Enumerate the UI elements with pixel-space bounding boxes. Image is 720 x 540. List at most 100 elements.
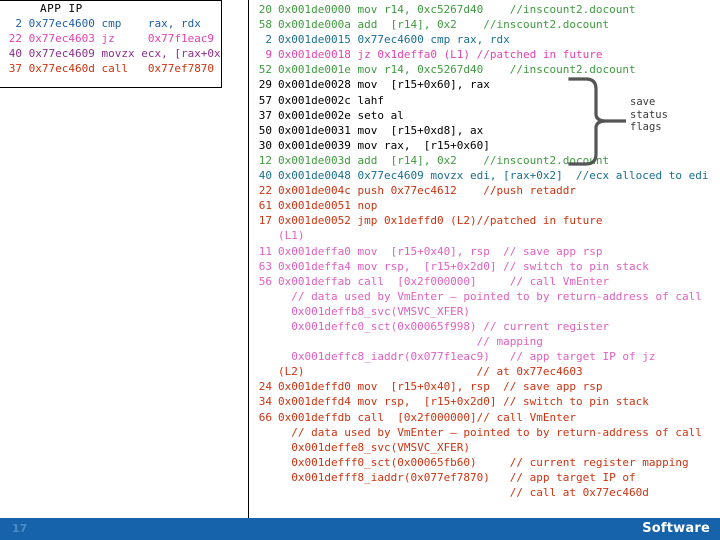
disasm-row: 22 0x77ec4603 jz 0x77f1eac9 <box>0 31 221 46</box>
footer-page-number: 17 <box>12 522 28 535</box>
app-ip-row-list: 2 0x77ec4600 cmp rax, rdx 22 0x77ec4603 j… <box>0 16 221 76</box>
instruction-text: 0x001de003d add [r14], 0x2 //inscount2.d… <box>278 153 610 167</box>
instruction-text: // mapping <box>278 335 543 349</box>
disasm-row: // call at 0x77ec460d <box>249 485 720 500</box>
instruction-text: 0x001deffc0_sct(0x00065f998) // current … <box>278 319 610 333</box>
disasm-row: 0x001deffc8_iaddr(0x077f1eac9) // app ta… <box>249 349 720 364</box>
row-gap <box>22 47 29 60</box>
disasm-row: 22 0x001de004c push 0x77ec4612 //push re… <box>249 183 720 198</box>
instruction-text: 0x001de0028 mov [r15+0x60], rax <box>278 78 490 92</box>
execution-count: 56 <box>258 274 272 288</box>
disasm-row: 56 0x001deffab call [0x2f000000] // call… <box>249 274 720 289</box>
disasm-row: 61 0x001de0051 nop <box>249 198 720 213</box>
execution-count: 17 <box>258 214 272 228</box>
curly-brace-icon <box>568 77 626 166</box>
instruction-text: 0x001deffa4 mov rsp, [r15+0x2d0] // swit… <box>278 259 649 273</box>
disasm-row: 17 0x001de0052 jmp 0x1deffd0 (L2)//patch… <box>249 213 720 228</box>
disasm-row: 63 0x001deffa4 mov rsp, [r15+0x2d0] // s… <box>249 259 720 274</box>
footer-brand-label: Software <box>642 521 710 536</box>
row-gap <box>22 62 29 75</box>
instruction-text: 0x001deffe8_svc(VMSVC_XFER) <box>278 440 471 454</box>
disasm-row: // mapping <box>249 334 720 349</box>
instruction-text: 0x001de002c lahf <box>278 93 384 107</box>
app-ip-title: APP IP <box>40 2 83 15</box>
instruction-text: 0x001deffdb call [0x2f000000]// call VmE… <box>278 410 577 424</box>
instruction-text: 0x001deffa0 mov [r15+0x40], rsp // save … <box>278 244 603 258</box>
disasm-row: 0x001deffe8_svc(VMSVC_XFER) <box>249 440 720 455</box>
instruction-text: 0x001de0051 nop <box>278 199 378 213</box>
app-ip-panel: APP IP 2 0x77ec4600 cmp rax, rdx 22 0x77e… <box>0 0 222 88</box>
instruction-text: 0x001de0018 jz 0x1deffa0 (L1) //patched … <box>278 48 603 62</box>
instruction-text: 0x001de004c push 0x77ec4612 //push retad… <box>278 184 577 198</box>
execution-count: 58 <box>258 18 272 32</box>
instruction-text: 0x001de002e seto al <box>278 108 404 122</box>
disasm-row: 24 0x001deffd0 mov [r15+0x40], rsp // sa… <box>249 379 720 394</box>
instruction-text: 0x001defff8_iaddr(0x077ef7870) // app ta… <box>278 470 636 484</box>
disasm-row: (L2) // at 0x77ec4603 <box>249 364 720 379</box>
instruction-text: 0x001de000a add [r14], 0x2 //inscount2.d… <box>278 18 610 32</box>
execution-count: 30 <box>258 138 272 152</box>
instruction-text: 0x001defff0_sct(0x00065fb60) // current … <box>278 455 689 469</box>
disasm-row: 34 0x001deffd4 mov rsp, [r15+0x2d0] // s… <box>249 394 720 409</box>
footer-bar: 17 Software <box>0 518 720 540</box>
instruction-text: 0x001deffc8_iaddr(0x077f1eac9) // app ta… <box>278 350 656 364</box>
instruction-text: 0x001de0052 jmp 0x1deffd0 (L2)//patched … <box>278 214 603 228</box>
disasm-row: 40 0x001de0048 0x77ec4609 movzx edi, [ra… <box>249 168 720 183</box>
execution-count: 2 <box>15 17 22 30</box>
instruction-text: 0x77ec4609 movzx ecx, [rax+0x2] <box>28 47 222 60</box>
execution-count: 20 <box>258 3 272 16</box>
execution-count: 40 <box>258 169 272 183</box>
execution-count: 66 <box>258 410 272 424</box>
disasm-row: 40 0x77ec4609 movzx ecx, [rax+0x2] <box>0 46 221 61</box>
execution-count: 37 <box>258 108 272 122</box>
disasm-row: 58 0x001de000a add [r14], 0x2 //inscount… <box>249 17 720 32</box>
disasm-row: // data used by VmEnter — pointed to by … <box>249 425 720 440</box>
execution-count: 52 <box>258 63 272 77</box>
disasm-row: 66 0x001deffdb call [0x2f000000]// call … <box>249 410 720 425</box>
execution-count: 63 <box>258 259 272 273</box>
execution-count: 24 <box>258 380 272 394</box>
disasm-row: 0x001deffb8_svc(VMSVC_XFER) <box>249 304 720 319</box>
instruction-text: (L2) // at 0x77ec4603 <box>278 365 583 379</box>
instruction-text: 0x001de0048 0x77ec4609 movzx edi, [rax+0… <box>278 169 709 183</box>
instruction-text: 0x001de001e mov r14, 0xc5267d40 //inscou… <box>278 63 636 77</box>
instruction-text: 0x77ec4600 cmp rax, rdx <box>28 17 201 30</box>
execution-count: 50 <box>258 123 272 137</box>
execution-count: 11 <box>258 244 272 258</box>
instruction-text: 0x77ec460d call 0x77ef7870 <box>28 62 215 75</box>
execution-count: 12 <box>258 153 272 167</box>
disasm-row: 37 0x77ec460d call 0x77ef7870 <box>0 61 221 76</box>
execution-count: 57 <box>258 93 272 107</box>
execution-count: 29 <box>258 78 272 92</box>
instruction-text: // call at 0x77ec460d <box>278 486 649 499</box>
disasm-row: 9 0x001de0018 jz 0x1deffa0 (L1) //patche… <box>249 47 720 62</box>
execution-count: 34 <box>258 395 272 409</box>
disasm-row: 11 0x001deffa0 mov [r15+0x40], rsp // sa… <box>249 244 720 259</box>
instruction-text: // data used by VmEnter — pointed to by … <box>278 425 702 439</box>
execution-count: 61 <box>258 199 272 213</box>
execution-count: 22 <box>8 32 22 45</box>
row-gap <box>22 17 29 30</box>
disasm-row: // data used by VmEnter — pointed to by … <box>249 289 720 304</box>
execution-count: 37 <box>8 62 22 75</box>
disasm-row: 2 0x77ec4600 cmp rax, rdx <box>0 16 221 31</box>
disasm-row: 0x001defff0_sct(0x00065fb60) // current … <box>249 455 720 470</box>
instruction-text: 0x001de0039 mov rax, [r15+0x60] <box>278 138 490 152</box>
execution-count: 9 <box>265 48 272 62</box>
execution-count: 22 <box>258 184 272 198</box>
save-status-flags-annotation: save status flags <box>568 76 720 168</box>
disasm-row: 0x001defff8_iaddr(0x077ef7870) // app ta… <box>249 470 720 485</box>
instruction-text: // data used by VmEnter — pointed to by … <box>278 289 702 303</box>
disasm-row: 20 0x001de0000 mov r14, 0xc5267d40 //ins… <box>249 2 720 17</box>
instruction-text: 0x001deffd4 mov rsp, [r15+0x2d0] // swit… <box>278 395 649 409</box>
disasm-row: (L1) <box>249 228 720 243</box>
execution-count: 40 <box>8 47 22 60</box>
instruction-text: 0x001deffd0 mov [r15+0x40], rsp // save … <box>278 380 603 394</box>
disasm-row: 2 0x001de0015 0x77ec4600 cmp rax, rdx <box>249 32 720 47</box>
instruction-text: 0x001de0015 0x77ec4600 cmp rax, rdx <box>278 33 510 47</box>
save-status-flags-label: save status flags <box>630 96 668 133</box>
instruction-text: 0x001deffab call [0x2f000000] // call Vm… <box>278 274 610 288</box>
execution-count: 2 <box>265 33 272 47</box>
instruction-text: (L1) <box>278 229 305 243</box>
instruction-text: 0x001deffb8_svc(VMSVC_XFER) <box>278 304 471 318</box>
